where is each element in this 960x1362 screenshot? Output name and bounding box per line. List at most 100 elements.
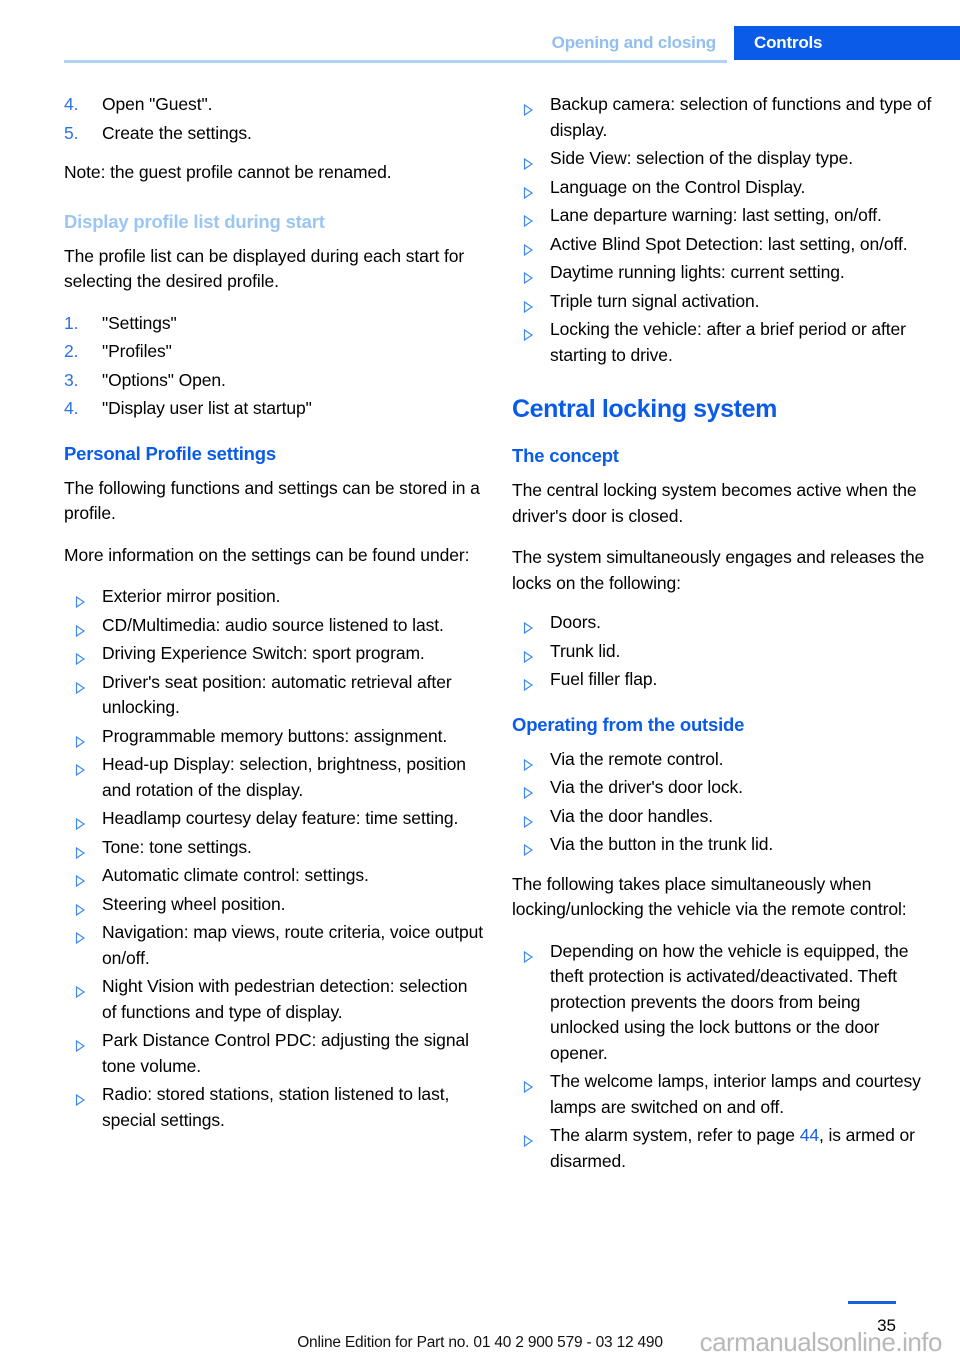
bullet-list-item: Fuel filler flap. <box>512 667 932 693</box>
triangle-bullet-icon <box>66 869 86 887</box>
bullet-list-item: CD/Multimedia: audio source listened to … <box>64 613 484 639</box>
header-section-title: Controls <box>754 33 823 52</box>
triangle-bullet-icon <box>66 926 86 944</box>
list-item-label: Programmable memory buttons: assignment. <box>102 725 448 746</box>
list-item-label: Lane departure warning: last setting, on… <box>550 205 882 225</box>
list-item-label: The alarm system, refer to page <box>550 1125 800 1145</box>
right-column: Backup camera: selection of functions an… <box>512 92 932 1188</box>
guest-steps-list: 4. Open "Guest". 5. Create the settings. <box>64 92 484 146</box>
heading-display-profile-list: Display profile list during start <box>64 210 325 232</box>
list-item-label: Fuel filler flap. <box>550 669 658 689</box>
more-info-text: More information on the settings can be … <box>64 544 470 565</box>
triangle-bullet-icon <box>66 980 86 998</box>
list-item-label: Side View: selection of the display type… <box>550 148 853 168</box>
triangle-bullet-icon <box>66 812 86 830</box>
triangle-bullet-icon <box>66 590 86 608</box>
bullet-list-item: Navigation: map views, route criteria, v… <box>64 920 484 971</box>
header-divider-rule <box>64 60 727 63</box>
bullet-list-item: Via the remote control. <box>512 747 932 773</box>
triangle-bullet-icon <box>66 1034 86 1052</box>
bullet-list-item: Backup camera: selection of functions an… <box>512 92 932 143</box>
triangle-bullet-icon <box>514 753 534 771</box>
bullet-list-item: Driver's seat position: automatic retrie… <box>64 670 484 721</box>
heading-the-concept: The concept <box>512 445 619 466</box>
bullet-list-item: Exterior mirror position. <box>64 584 484 610</box>
list-item-label: Navigation: map views, route criteria, v… <box>102 922 484 968</box>
page-header: Opening and closing Controls <box>0 0 960 63</box>
bullet-list-item: Active Blind Spot Detection: last settin… <box>512 232 932 258</box>
bullet-list-item: The welcome lamps, interior lamps and co… <box>512 1069 932 1120</box>
list-item-label: Automatic climate control: settings. <box>102 865 369 885</box>
numbered-list-item: 2. "Profiles" <box>64 339 484 365</box>
triangle-bullet-icon <box>514 945 534 963</box>
triangle-bullet-icon <box>514 181 534 199</box>
bullet-list-item: Via the driver's door lock. <box>512 775 932 801</box>
bullet-list-item: Triple turn signal activation. <box>512 289 932 315</box>
list-item-number: 2. <box>64 341 79 361</box>
list-item-label: Doors. <box>550 612 601 632</box>
triangle-bullet-icon <box>66 1088 86 1106</box>
triangle-bullet-icon <box>66 647 86 665</box>
triangle-bullet-icon <box>514 1129 534 1147</box>
list-item-label: Locking the vehicle: after a brief perio… <box>550 319 906 365</box>
numbered-list-item: 3. "Options" Open. <box>64 368 484 394</box>
heading-personal-profile-settings: Personal Profile settings <box>64 442 276 464</box>
triangle-bullet-icon <box>514 209 534 227</box>
list-item-label: Backup camera: selection of functions an… <box>550 94 932 140</box>
bullet-list-item: Steering wheel position. <box>64 892 484 918</box>
bullet-list-item: Via the door handles. <box>512 804 932 830</box>
list-item-label: Exterior mirror position. <box>102 586 281 606</box>
triangle-bullet-icon <box>66 898 86 916</box>
triangle-bullet-icon <box>514 645 534 663</box>
list-item-label: "Profiles" <box>102 341 172 361</box>
numbered-list-item: 5. Create the settings. <box>64 121 484 147</box>
bullet-list-item: Tone: tone settings. <box>64 835 484 861</box>
operating-outside-bullet-list: Via the remote control. Via the driver's … <box>512 747 932 858</box>
simultaneous-actions-paragraph: The following takes place simultaneously… <box>512 873 907 920</box>
profile-settings-bullet-list: Exterior mirror position. CD/Multimedia: … <box>64 584 484 1133</box>
list-item-number: 3. <box>64 369 79 390</box>
guest-note: Note: the guest profile cannot be rename… <box>64 162 392 182</box>
triangle-bullet-icon <box>514 295 534 313</box>
triangle-bullet-icon <box>66 730 86 748</box>
list-item-label: Active Blind Spot Detection: last settin… <box>550 233 908 254</box>
triangle-bullet-icon <box>514 323 534 341</box>
bullet-list-item: Park Distance Control PDC: adjusting the… <box>64 1028 484 1079</box>
list-item-number: 5. <box>64 122 79 143</box>
numbered-list-item: 4. Open "Guest". <box>64 92 484 118</box>
bullet-list-item: Doors. <box>512 610 932 636</box>
numbered-list-item: 1. "Settings" <box>64 311 484 337</box>
list-item-number: 4. <box>64 398 79 418</box>
personal-profile-intro: The following functions and settings can… <box>64 477 480 524</box>
bullet-list-item: The alarm system, refer to page 44, is a… <box>512 1123 932 1174</box>
list-item-label: Tone: tone settings. <box>102 836 252 857</box>
triangle-bullet-icon <box>514 781 534 799</box>
list-item-label: Via the remote control. <box>550 748 724 769</box>
list-item-label: "Options" Open. <box>102 369 226 390</box>
display-profile-steps-list: 1. "Settings" 2. "Profiles" 3. "Options" Open… <box>64 311 484 422</box>
list-item-number: 1. <box>64 312 79 333</box>
bullet-list-item: Radio: stored stations, station listened… <box>64 1082 484 1133</box>
bullet-list-item: Depending on how the vehicle is equipped… <box>512 939 932 1067</box>
triangle-bullet-icon <box>514 1075 534 1093</box>
list-item-label: Radio: stored stations, station listened… <box>102 1084 450 1130</box>
bullet-list-item: Automatic climate control: settings. <box>64 863 484 889</box>
list-item-label: Via the button in the trunk lid. <box>550 834 774 854</box>
list-item-label: The welcome lamps, interior lamps and co… <box>550 1071 921 1117</box>
triangle-bullet-icon <box>514 98 534 116</box>
list-item-label: Driver's seat position: automatic retrie… <box>102 671 452 718</box>
list-item-label: Daytime running lights: current setting. <box>550 262 845 282</box>
bullet-list-item: Lane departure warning: last setting, on… <box>512 203 932 229</box>
list-item-label: Via the driver's door lock. <box>550 777 743 797</box>
heading-central-locking-system: Central locking system <box>512 395 777 423</box>
list-item-label: "Settings" <box>102 312 177 333</box>
list-item-label: CD/Multimedia: audio source listened to … <box>102 614 444 635</box>
profile-settings-bullet-list-continued: Backup camera: selection of functions an… <box>512 92 932 368</box>
page-cross-reference-link[interactable]: 44 <box>800 1125 819 1145</box>
list-item-label: Head-up Display: selection, brightness, … <box>102 754 466 800</box>
triangle-bullet-icon <box>514 238 534 256</box>
triangle-bullet-icon <box>514 152 534 170</box>
list-item-number: 4. <box>64 94 79 114</box>
left-column: 4. Open "Guest". 5. Create the settings. No… <box>64 92 484 1147</box>
triangle-bullet-icon <box>66 619 86 637</box>
